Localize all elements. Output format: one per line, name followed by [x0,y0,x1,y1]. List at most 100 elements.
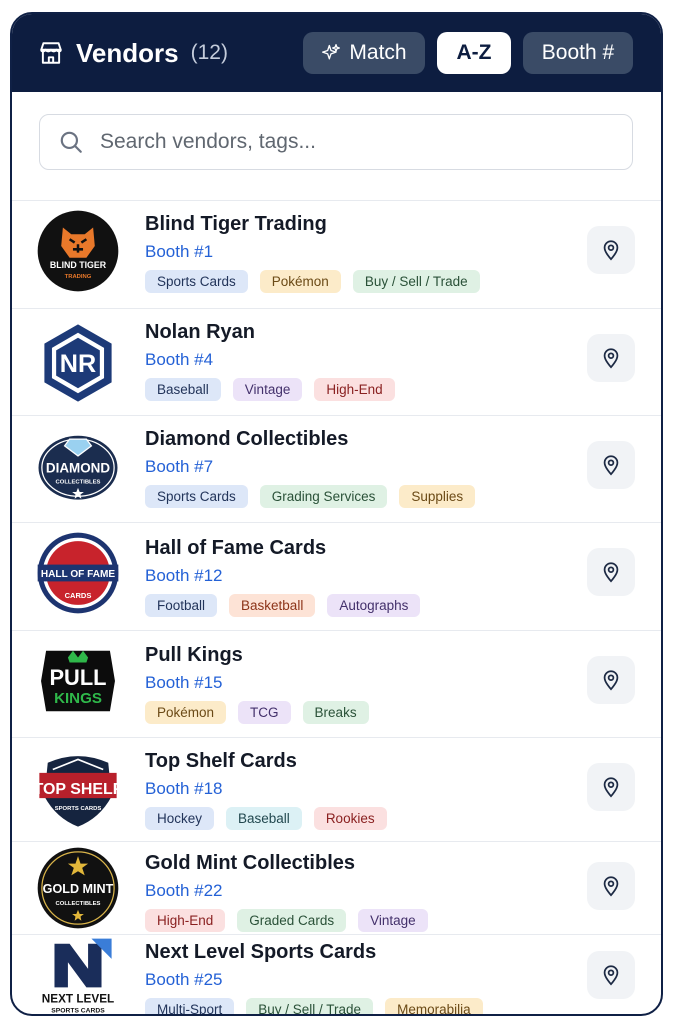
vendor-header: Vendors (12) Match A-Z Booth # [12,14,661,92]
logo-text: GOLD MINT [43,882,114,896]
vendor-tags: Sports Cards Grading Services Supplies [145,485,487,508]
vendor-tag[interactable]: TCG [238,701,291,724]
map-pin-button[interactable] [587,951,635,999]
booth-sort-button[interactable]: Booth # [523,32,633,74]
vendor-tag[interactable]: High-End [145,909,226,932]
map-pin-icon [603,876,619,897]
logo-text: NR [60,350,96,378]
vendor-tag[interactable]: Breaks [302,701,369,724]
vendor-tag[interactable]: Sports Cards [145,485,248,508]
logo-subtext: SPORTS CARDS [55,806,102,812]
vendor-logo: BLIND TIGER TRADING [37,210,119,292]
vendor-row[interactable]: NR Nolan Ryan Booth #4 Baseball Vintage High-… [12,309,661,416]
vendor-tags: Football Basketball Autographs [145,594,432,617]
vendor-info: Blind Tiger Trading Booth #1 Sports Cards P… [145,213,492,293]
vendor-tag[interactable]: Pokémon [259,270,341,293]
map-pin-button[interactable] [587,334,635,382]
vendor-tag[interactable]: Basketball [229,594,316,617]
vendor-tag[interactable]: Football [145,594,218,617]
logo-text: BLIND TIGER [50,260,107,270]
vendor-logo: DIAMOND COLLECTIBLES [38,435,118,500]
match-label: Match [349,41,407,64]
vendor-tags: Multi-Sport Buy / Sell / Trade Memorabilia [145,998,495,1014]
vendor-name: Next Level Sports Cards [145,941,377,963]
vendor-info: Hall of Fame Cards Booth #12 Football Baske… [145,537,432,617]
vendor-name: Top Shelf Cards [145,750,297,772]
vendor-tag[interactable]: Grading Services [259,485,388,508]
vendor-row[interactable]: BLIND TIGER TRADING Blind Tiger Trading Boo… [12,201,661,309]
vendor-tag[interactable]: Autographs [327,594,421,617]
map-pin-button[interactable] [587,548,635,596]
map-pin-button[interactable] [587,226,635,274]
vendor-tag[interactable]: Pokémon [145,701,227,724]
vendor-booth: Booth #1 [145,242,214,261]
vendor-info: Pull Kings Booth #15 Pokémon TCG Breaks [145,644,381,724]
vendor-tag[interactable]: Vintage [358,909,428,932]
az-sort-button[interactable]: A-Z [437,32,511,74]
map-pin-button[interactable] [587,441,635,489]
map-pin-button[interactable] [587,862,635,910]
vendor-panel: Vendors (12) Match A-Z Booth # BLIND TIG… [10,12,663,1016]
map-pin-icon [603,670,619,691]
vendor-row[interactable]: PULL KINGS Pull Kings Booth #15 Pokémon TCG Br… [12,631,661,738]
search-input[interactable] [98,129,582,155]
logo-subtext: COLLECTIBLES [56,480,101,486]
vendor-tag[interactable]: Sports Cards [145,270,248,293]
map-pin-icon [603,965,619,986]
vendor-row[interactable]: HALL OF FAME CARDS Hall of Fame Cards Booth… [12,523,661,631]
vendor-row[interactable]: DIAMOND COLLECTIBLES Diamond Collectibles B… [12,416,661,523]
vendor-info: Top Shelf Cards Booth #18 Hockey Baseball Ro… [145,750,399,830]
vendor-logo: GOLD MINT COLLECTIBLES [37,847,119,929]
vendor-tag[interactable]: Multi-Sport [145,998,235,1014]
vendor-tags: Hockey Baseball Rookies [145,807,399,830]
map-pin-button[interactable] [587,656,635,704]
vendor-info: Diamond Collectibles Booth #7 Sports Cards… [145,428,487,508]
logo-subtext: KINGS [54,690,102,707]
sparkle-icon [322,44,341,60]
az-label: A-Z [456,41,492,64]
map-pin-icon [603,240,619,261]
vendor-booth: Booth #25 [145,970,223,989]
page-title: Vendors [76,37,179,68]
logo-text: TOP SHELF [36,781,120,798]
vendor-name: Pull Kings [145,644,243,666]
vendor-tag[interactable]: High-End [314,378,395,401]
logo-subtext: SPORTS CARDS [51,1008,105,1015]
vendor-name: Blind Tiger Trading [145,213,327,235]
search-box[interactable] [39,114,633,170]
vendor-tags: Pokémon TCG Breaks [145,701,381,724]
vendor-booth: Booth #18 [145,779,223,798]
vendor-tag[interactable]: Buy / Sell / Trade [246,998,374,1014]
logo-subtext: TRADING [65,274,92,280]
vendor-list: BLIND TIGER TRADING Blind Tiger Trading Boo… [12,201,661,1015]
vendor-tag[interactable]: Graded Cards [237,909,347,932]
booth-sort-label: Booth # [541,41,615,64]
vendor-info: Next Level Sports Cards Booth #25 Multi-Sp… [145,941,495,1014]
vendor-tag[interactable]: Baseball [145,378,221,401]
vendor-tag[interactable]: Buy / Sell / Trade [352,270,480,293]
map-pin-icon [603,777,619,798]
store-icon [40,42,62,64]
logo-subtext: COLLECTIBLES [56,901,101,907]
vendor-row[interactable]: GOLD MINT COLLECTIBLES Gold Mint Collectib… [12,842,661,935]
vendor-tag[interactable]: Vintage [232,378,303,401]
vendor-booth: Booth #7 [145,457,214,476]
vendor-tags: Sports Cards Pokémon Buy / Sell / Trade [145,270,492,293]
vendor-tags: High-End Graded Cards Vintage [145,909,440,932]
vendor-tag[interactable]: Memorabilia [385,998,483,1014]
vendor-logo: HALL OF FAME CARDS [37,532,119,614]
search-bar [12,92,661,201]
vendor-logo: NR [44,324,112,402]
vendor-row[interactable]: TOP SHELF SPORTS CARDS Top Shelf Cards Boot… [12,738,661,842]
vendor-info: Gold Mint Collectibles Booth #22 High-End G… [145,852,440,932]
search-icon [60,131,82,153]
vendor-tag[interactable]: Rookies [313,807,387,830]
map-pin-icon [603,562,619,583]
logo-text: HALL OF FAME [41,569,116,580]
match-sort-button[interactable]: Match [303,32,425,74]
vendor-tag[interactable]: Baseball [226,807,302,830]
vendor-row[interactable]: NEXT LEVEL SPORTS CARDS Next Level Sports … [12,935,661,1015]
vendor-tag[interactable]: Supplies [399,485,476,508]
map-pin-button[interactable] [587,763,635,811]
vendor-tag[interactable]: Hockey [145,807,215,830]
